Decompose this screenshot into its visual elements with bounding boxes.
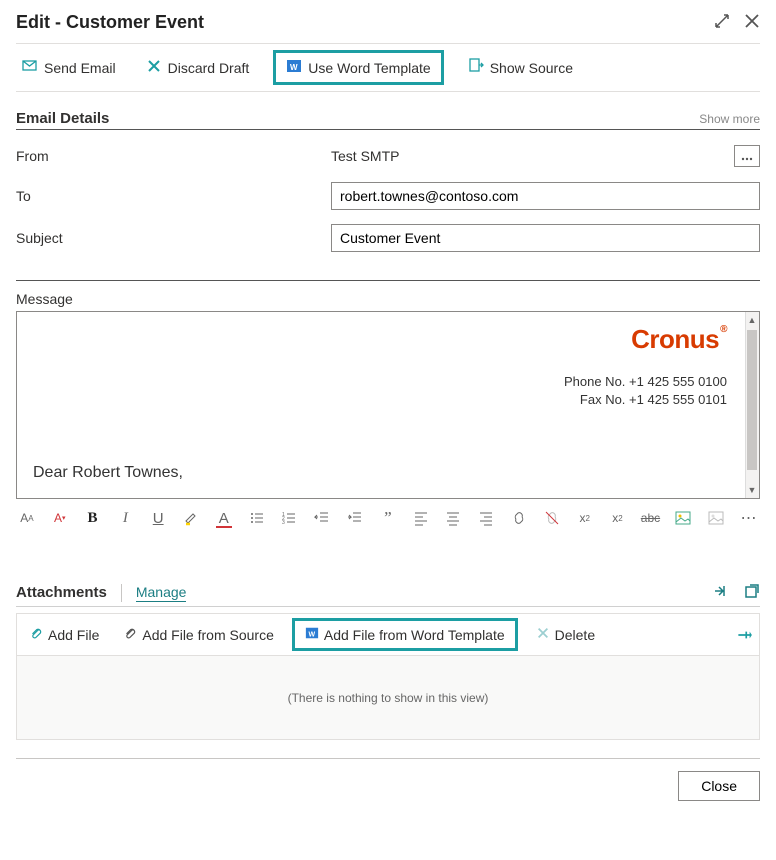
delete-icon (536, 626, 550, 643)
to-label: To (16, 188, 331, 204)
phone-line: Phone No. +1 425 555 0100 (33, 373, 727, 391)
discard-draft-label: Discard Draft (168, 60, 250, 76)
main-toolbar: Send Email Discard Draft W Use Word Temp… (16, 43, 760, 92)
delete-label: Delete (555, 627, 595, 643)
attachments-title: Attachments (16, 584, 107, 601)
divider (121, 584, 122, 602)
to-row: To (16, 182, 760, 210)
highlight-button[interactable] (182, 509, 200, 527)
attachments-header-row: Attachments Manage (16, 583, 760, 607)
mail-icon (22, 58, 38, 77)
show-more-link[interactable]: Show more (699, 112, 760, 126)
add-file-from-word-template-button[interactable]: W Add File from Word Template (299, 622, 511, 647)
expand-icon[interactable] (714, 13, 730, 32)
font-shrink-icon[interactable]: A▾ (51, 509, 69, 527)
bullet-list-button[interactable] (248, 509, 266, 527)
delete-button[interactable]: Delete (530, 622, 601, 647)
subject-input[interactable] (331, 224, 760, 252)
show-source-button[interactable]: Show Source (462, 54, 579, 81)
from-more-button[interactable] (734, 145, 760, 167)
add-file-label: Add File (48, 627, 99, 643)
from-row: From Test SMTP (16, 144, 760, 168)
discard-icon (146, 58, 162, 77)
insert-image-button[interactable] (674, 509, 692, 527)
italic-button[interactable]: I (116, 509, 134, 527)
link-button[interactable] (510, 509, 528, 527)
subject-row: Subject (16, 224, 760, 252)
superscript-button[interactable]: x2 (576, 509, 594, 527)
word-icon: W (305, 626, 319, 643)
send-email-label: Send Email (44, 60, 116, 76)
scrollbar[interactable]: ▲ ▼ (745, 312, 759, 498)
align-center-button[interactable] (445, 509, 463, 527)
source-icon (468, 58, 484, 77)
discard-draft-button[interactable]: Discard Draft (140, 54, 256, 81)
dialog-footer: Close (16, 758, 760, 801)
cronus-logo: Cronus® (631, 324, 727, 355)
dialog-title: Edit - Customer Event (16, 12, 204, 33)
section-divider (16, 280, 760, 281)
add-file-word-highlight: W Add File from Word Template (292, 618, 518, 651)
show-source-label: Show Source (490, 60, 573, 76)
paperclip-icon (123, 626, 137, 643)
font-color-button[interactable]: A (215, 509, 233, 527)
more-options-button[interactable]: ⋯ (740, 509, 758, 527)
share-icon[interactable] (712, 583, 728, 602)
svg-text:W: W (308, 632, 315, 639)
svg-text:3: 3 (282, 520, 285, 526)
subject-label: Subject (16, 230, 331, 246)
use-word-template-label: Use Word Template (308, 60, 430, 76)
add-file-from-source-label: Add File from Source (142, 627, 274, 643)
rte-toolbar: AA A▾ B I U A 123 ” x2 x2 abc ⋯ (16, 505, 760, 531)
salutation: Dear Robert Townes, (33, 464, 743, 482)
fax-line: Fax No. +1 425 555 0101 (33, 391, 727, 409)
attachments-list: (There is nothing to show in this view) (16, 656, 760, 740)
from-label: From (16, 148, 331, 164)
close-icon[interactable] (744, 13, 760, 32)
manage-link[interactable]: Manage (136, 584, 187, 602)
bold-button[interactable]: B (84, 509, 102, 527)
ellipsis-icon (741, 148, 753, 164)
underline-button[interactable]: U (149, 509, 167, 527)
attachments-toolbar: Add File Add File from Source W Add File… (16, 613, 760, 656)
word-icon: W (286, 58, 302, 77)
email-details-header: Email Details Show more (16, 110, 760, 130)
add-file-button[interactable]: Add File (23, 622, 105, 647)
scrollbar-thumb[interactable] (747, 330, 757, 470)
number-list-button[interactable]: 123 (281, 509, 299, 527)
align-right-button[interactable] (477, 509, 495, 527)
message-editor[interactable]: Cronus® Phone No. +1 425 555 0100 Fax No… (16, 311, 760, 499)
pin-icon[interactable] (735, 626, 753, 644)
use-word-template-button[interactable]: W Use Word Template (280, 54, 436, 81)
scroll-up-icon[interactable]: ▲ (745, 313, 759, 327)
popout-icon[interactable] (744, 583, 760, 602)
paperclip-icon (29, 626, 43, 643)
add-file-from-source-button[interactable]: Add File from Source (117, 622, 280, 647)
align-left-button[interactable] (412, 509, 430, 527)
subscript-button[interactable]: x2 (609, 509, 627, 527)
indent-button[interactable] (346, 509, 364, 527)
use-word-template-highlight: W Use Word Template (273, 50, 443, 85)
to-input[interactable] (331, 182, 760, 210)
svg-text:W: W (290, 63, 298, 72)
quote-button[interactable]: ” (379, 509, 397, 527)
strikethrough-button[interactable]: abc (641, 509, 659, 527)
send-email-button[interactable]: Send Email (16, 54, 122, 81)
email-details-title: Email Details (16, 110, 109, 127)
unlink-button[interactable] (543, 509, 561, 527)
close-button[interactable]: Close (678, 771, 760, 801)
scroll-down-icon[interactable]: ▼ (745, 483, 759, 497)
message-label: Message (16, 291, 760, 307)
add-file-word-label: Add File from Word Template (324, 627, 505, 643)
insert-image-disabled-icon[interactable] (707, 509, 725, 527)
font-grow-icon[interactable]: AA (18, 509, 36, 527)
from-value: Test SMTP (331, 144, 728, 168)
outdent-button[interactable] (313, 509, 331, 527)
attachments-empty-text: (There is nothing to show in this view) (288, 691, 489, 705)
dialog-header: Edit - Customer Event (16, 12, 760, 39)
